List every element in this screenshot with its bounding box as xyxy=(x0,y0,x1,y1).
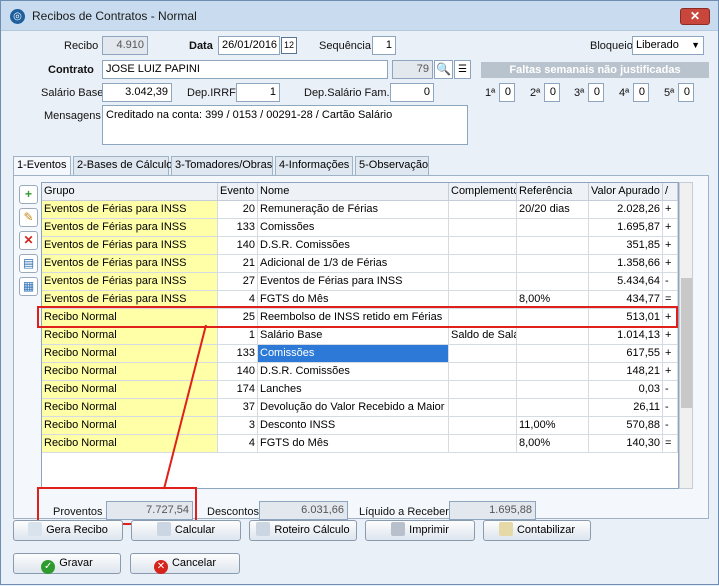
descontos-label: Descontos xyxy=(207,506,259,518)
gravar-button[interactable]: ✓ Gravar xyxy=(13,553,121,574)
roteiro-calculo-button[interactable]: Roteiro Cálculo xyxy=(249,520,357,541)
annotation-arrow xyxy=(163,324,207,490)
proventos-label: Proventos xyxy=(53,506,103,518)
check-icon: ✓ xyxy=(41,560,56,574)
receipt-icon xyxy=(28,522,43,536)
printer-icon xyxy=(391,522,406,536)
cancelar-button[interactable]: ✕ Cancelar xyxy=(130,553,240,574)
receipt-window: ◎ Recibos de Contratos - Normal ✕ Recibo… xyxy=(0,0,719,585)
liquido-label: Líquido a Receber xyxy=(359,506,449,518)
imprimir-button[interactable]: Imprimir xyxy=(365,520,475,541)
calcular-button[interactable]: Calcular xyxy=(131,520,241,541)
contabilizar-button[interactable]: Contabilizar xyxy=(483,520,591,541)
magnifier-icon xyxy=(256,522,271,536)
ledger-icon xyxy=(498,522,513,536)
cancel-icon: ✕ xyxy=(153,560,168,574)
calculator-icon xyxy=(156,522,171,536)
gera-recibo-button[interactable]: Gera Recibo xyxy=(13,520,123,541)
liquido-field: 1.695,88 xyxy=(449,501,536,520)
proventos-field: 7.727,54 xyxy=(106,501,193,520)
descontos-field: 6.031,66 xyxy=(259,501,348,520)
